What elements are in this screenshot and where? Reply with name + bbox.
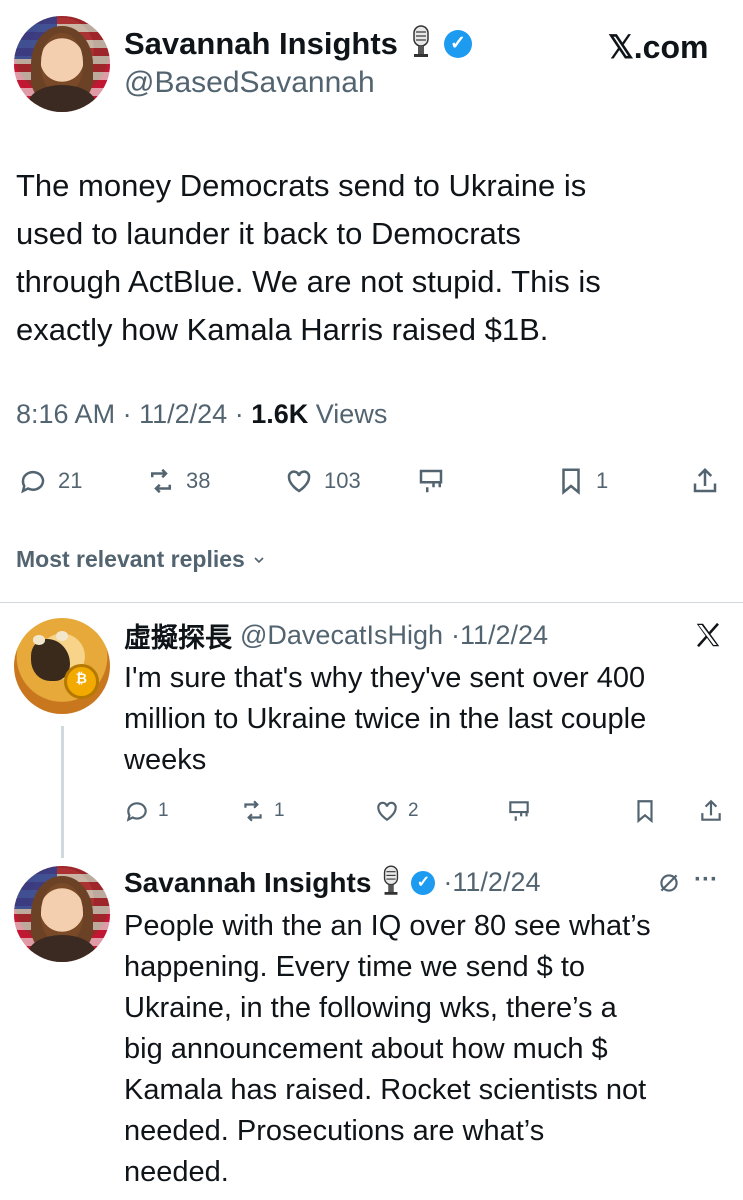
analytics-icon xyxy=(419,469,443,493)
reply-display-name[interactable]: 虛擬探長 xyxy=(124,616,232,655)
reply-views-button[interactable] xyxy=(506,798,532,824)
like-button[interactable]: 103 xyxy=(284,466,361,496)
microphone-icon xyxy=(408,24,434,63)
author-display-name[interactable]: Savannah Insights xyxy=(124,26,398,62)
author-handle[interactable]: @BasedSavannah xyxy=(124,66,375,100)
microphone-icon xyxy=(379,864,403,901)
reply-text-line: Kamala has raised. Rocket scientists not xyxy=(124,1074,647,1106)
repost-count: 38 xyxy=(186,468,211,493)
analytics-icon xyxy=(509,801,529,821)
reply-text-line: million to Ukraine twice in the last cou… xyxy=(124,703,647,735)
share-icon xyxy=(693,467,717,493)
reply-icon xyxy=(21,470,45,494)
reply-text-line: Ukraine, in the following wks, there’s a xyxy=(124,992,617,1024)
share-icon xyxy=(701,799,721,821)
reply-like-count: 2 xyxy=(408,800,419,821)
tweet-time[interactable]: 8:16 AM xyxy=(16,399,115,429)
reply-repost-button[interactable]: 1 xyxy=(240,798,285,824)
reply-display-name[interactable]: Savannah Insights xyxy=(124,867,371,899)
reply-text-line: People with the an IQ over 80 see what’s xyxy=(124,910,651,942)
views-count: 1.6K xyxy=(251,399,309,429)
x-com-label: 𝕏.com xyxy=(608,29,709,65)
author-avatar[interactable] xyxy=(14,16,110,112)
tweet-text-line: through ActBlue. We are not stupid. This… xyxy=(16,264,601,299)
reply-bookmark-button[interactable] xyxy=(632,798,658,824)
tweet-text-line: exactly how Kamala Harris raised $1B. xyxy=(16,312,549,347)
thread-line xyxy=(61,726,64,858)
reply-author-avatar[interactable]: ₿ xyxy=(14,618,110,714)
reply-button[interactable]: 21 xyxy=(18,466,82,496)
like-count: 103 xyxy=(324,468,361,493)
reply-like-button[interactable]: 2 xyxy=(374,798,419,824)
reply-icon xyxy=(126,802,147,822)
reply-text-line: needed. Prosecutions are what’s xyxy=(124,1115,545,1147)
reply-text: I'm sure that's why they've sent over 40… xyxy=(124,658,724,781)
more-options-button[interactable]: ··· xyxy=(694,866,718,894)
bookmark-button[interactable]: 1 xyxy=(556,466,608,496)
tweet-text: The money Democrats send to Ukraine is u… xyxy=(16,162,716,354)
x-logo-icon xyxy=(693,620,723,655)
reply-author-avatar[interactable] xyxy=(14,866,110,962)
reply-handle[interactable]: @DavecatIsHigh xyxy=(240,620,443,651)
bookmark-icon xyxy=(562,468,580,495)
grok-icon[interactable] xyxy=(656,870,682,901)
reply-text-line: big announcement about how much $ xyxy=(124,1033,608,1065)
repost-icon xyxy=(244,800,262,822)
reply-date[interactable]: ·11/2/24 xyxy=(451,620,548,651)
reply-reply-count: 1 xyxy=(158,800,169,821)
tweet-meta: 8:16 AM · 11/2/24 · 1.6K Views xyxy=(16,399,388,429)
bookmark-count: 1 xyxy=(596,468,609,493)
repost-button[interactable]: 38 xyxy=(146,466,210,496)
verified-badge-icon: ✓ xyxy=(443,29,472,58)
reply-text-line: needed. xyxy=(124,1156,229,1188)
reply-text-line: weeks xyxy=(124,744,207,776)
tweet-text-line: The money Democrats send to Ukraine is xyxy=(16,168,587,203)
verified-badge-icon: ✓ xyxy=(411,870,436,895)
tweet-date[interactable]: 11/2/24 xyxy=(139,399,227,429)
repost-icon xyxy=(151,468,171,494)
replies-sort-button[interactable]: Most relevant replies xyxy=(16,546,267,573)
reply-reply-button[interactable]: 1 xyxy=(124,798,169,824)
reply-text: People with the an IQ over 80 see what’s… xyxy=(124,906,724,1193)
bookmark-icon xyxy=(637,800,653,824)
share-button[interactable] xyxy=(690,466,720,496)
reply-repost-count: 1 xyxy=(274,800,285,821)
views-button[interactable] xyxy=(416,466,446,496)
tweet-text-line: used to launder it back to Democrats xyxy=(16,216,521,251)
section-divider xyxy=(0,602,743,603)
reply-count: 21 xyxy=(58,468,83,493)
reply-text-line: I'm sure that's why they've sent over 40… xyxy=(124,662,646,694)
replies-sort-label: Most relevant replies xyxy=(16,546,245,572)
heart-icon xyxy=(377,801,397,821)
chevron-down-icon xyxy=(254,556,264,563)
reply-text-line: happening. Every time we send $ to xyxy=(124,951,586,983)
reply-share-button[interactable] xyxy=(698,798,724,824)
reply-date[interactable]: ·11/2/24 xyxy=(443,867,540,898)
views-label: Views xyxy=(315,399,388,429)
heart-icon xyxy=(287,470,311,493)
